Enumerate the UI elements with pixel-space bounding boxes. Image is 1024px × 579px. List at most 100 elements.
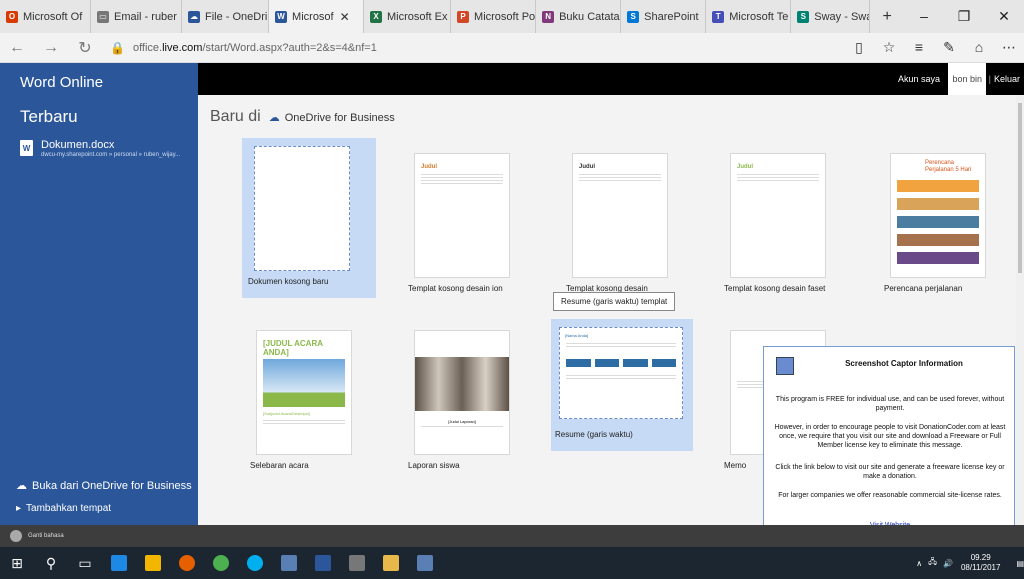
popup-text: However, in order to encourage people to… <box>774 424 1006 449</box>
excel-icon: X <box>369 10 382 23</box>
refresh-icon[interactable]: ↻ <box>68 38 102 58</box>
firefox-icon[interactable] <box>170 547 204 579</box>
clock-date: 08/11/2017 <box>960 563 1001 572</box>
section-title: Baru di ☁ OneDrive for Business <box>210 108 395 126</box>
user-name[interactable]: bon bin <box>948 63 986 95</box>
browser-tab[interactable]: T Microsoft Te <box>706 0 792 33</box>
browser-tab[interactable]: S Sway - Sway <box>791 0 871 33</box>
teams-icon: T <box>712 10 725 23</box>
file-explorer-icon[interactable] <box>136 547 170 579</box>
open-from-onedrive-link[interactable]: ☁ Buka dari OneDrive for Business <box>16 479 192 493</box>
tray-arrow-icon[interactable]: ∧ <box>916 559 922 568</box>
doc-name: Dokumen.docx <box>41 139 115 151</box>
app-title[interactable]: Word Online <box>20 74 103 91</box>
remote-app-icon[interactable] <box>408 547 442 579</box>
sidebar: Word Online Terbaru W Dokumen.docx dwcu-… <box>0 63 198 525</box>
windows-start-icon[interactable]: ⊞ <box>0 547 34 579</box>
browser-tab[interactable]: ☁ File - OneDri <box>182 0 270 33</box>
volume-icon[interactable]: 🔊 <box>943 559 953 568</box>
tab-label: Microsof <box>292 10 334 23</box>
template-tile-resume-timeline[interactable]: [Nama Anda] Resume (garis waktu) <box>551 319 693 451</box>
more-icon[interactable]: ⋯ <box>994 39 1024 56</box>
sharepoint-icon: S <box>627 10 640 23</box>
new-in-heading: Baru di <box>210 108 261 125</box>
hub-icon[interactable]: ≡ <box>904 39 934 56</box>
close-window-icon[interactable]: ✕ <box>984 8 1024 25</box>
arrow-right-icon: ▸ <box>16 503 22 514</box>
chrome-icon[interactable] <box>204 547 238 579</box>
browser-tab[interactable]: P Microsoft Po <box>451 0 537 33</box>
network-icon[interactable]: 🖧 <box>928 556 937 570</box>
cloud-icon: ☁ <box>16 480 27 492</box>
minimize-icon[interactable]: – <box>904 8 944 25</box>
template-thumbnail <box>254 146 350 271</box>
skype-icon[interactable] <box>238 547 272 579</box>
scrollbar-thumb[interactable] <box>1018 103 1022 273</box>
scrollbar[interactable] <box>1016 95 1024 525</box>
template-tile-travel-planner[interactable]: Perencana Perjalanan 5 Hari Perencana pe… <box>878 145 1012 315</box>
browser-tab[interactable]: ▭ Email - ruber <box>91 0 182 33</box>
thumb-title: Perencana Perjalanan 5 Hari <box>925 160 972 173</box>
edge-browser-icon[interactable] <box>102 547 136 579</box>
taskbar: ⊞ ⚲ ▭ ∧ 🖧 🔊 09.29 08/11/2017 ▤ <box>0 547 1024 579</box>
task-view-icon[interactable]: ▭ <box>68 547 102 579</box>
calculator-icon[interactable] <box>340 547 374 579</box>
top-header: Akun saya bon bin | Keluar <box>198 63 1024 95</box>
template-tile-facet[interactable]: Judul Templat kosong desain faset <box>718 145 852 315</box>
browser-tab-bar: O Microsoft Of ▭ Email - ruber ☁ File - … <box>0 0 1024 33</box>
template-thumbnail: Judul <box>730 153 826 278</box>
web-note-icon[interactable]: ✎ <box>934 39 964 56</box>
onenote-icon: N <box>542 10 555 23</box>
thumb-title: Judul <box>579 164 595 170</box>
status-bar: Ganti bahasa <box>0 525 1024 547</box>
tab-label: File - OneDri <box>205 10 268 23</box>
browser-tab[interactable]: S SharePoint <box>621 0 707 33</box>
template-label: Templat kosong desain faset <box>724 284 826 293</box>
folder-app-icon[interactable] <box>374 547 408 579</box>
template-label: Perencana perjalanan <box>884 284 963 293</box>
share-icon[interactable]: ⌂ <box>964 39 994 56</box>
popup-text: For larger companies we offer reasonable… <box>778 492 1002 499</box>
new-tab-button[interactable]: + <box>870 8 904 26</box>
screenshot-captor-popup: Screenshot Captor Information This progr… <box>763 346 1015 542</box>
template-thumbnail: [Judul Laporan] <box>414 330 510 455</box>
mail-icon: ▭ <box>97 10 109 23</box>
search-icon[interactable]: ⚲ <box>34 547 68 579</box>
close-tab-icon[interactable]: ✕ <box>340 10 350 24</box>
tooltip: Resume (garis waktu) templat <box>553 292 676 311</box>
template-label: Resume (garis waktu) <box>555 430 633 439</box>
tab-label: Buku Catatai <box>559 10 622 23</box>
template-label: Selebaran acara <box>250 461 309 470</box>
forward-icon[interactable]: → <box>34 39 68 57</box>
my-account-link[interactable]: Akun saya <box>892 63 946 95</box>
recent-document[interactable]: W Dokumen.docx dwcu-my.sharepoint.com » … <box>20 139 180 158</box>
url-field[interactable]: 🔒 office. live.com/start/Word.aspx?auth=2… <box>110 41 377 55</box>
template-tile-blank[interactable]: Dokumen kosong baru <box>242 138 376 298</box>
network-app-icon[interactable] <box>272 547 306 579</box>
screen: O Microsoft Of ▭ Email - ruber ☁ File - … <box>0 0 1024 579</box>
word-taskbar-icon[interactable] <box>306 547 340 579</box>
url-path: /start/Word.aspx?auth=2&s=4&nf=1 <box>202 41 377 54</box>
browser-tab[interactable]: N Buku Catatai <box>536 0 622 33</box>
location-label: OneDrive for Business <box>284 111 395 124</box>
reading-view-icon[interactable]: ▯ <box>844 39 874 56</box>
back-icon[interactable]: ← <box>0 39 34 57</box>
template-tile-event-flyer[interactable]: [JUDUL ACARA ANDA] [Subjudul Acara/Deskr… <box>244 322 378 492</box>
browser-tab-active[interactable]: W Microsof ✕ <box>269 0 364 33</box>
add-place-link[interactable]: ▸ Tambahkan tempat <box>16 503 111 514</box>
browser-tab[interactable]: X Microsoft Ex <box>364 0 452 33</box>
notification-icon[interactable]: ▤ <box>1016 559 1024 568</box>
template-tile-design[interactable]: Judul Templat kosong desain <box>560 145 694 315</box>
restore-icon[interactable]: ❐ <box>944 8 984 25</box>
tab-label: Microsoft Of <box>23 10 83 23</box>
browser-tab[interactable]: O Microsoft Of <box>0 0 91 33</box>
powerpoint-icon: P <box>457 10 470 23</box>
clock[interactable]: 09.29 08/11/2017 <box>961 553 1000 573</box>
favorite-star-icon[interactable]: ☆ <box>874 39 904 56</box>
template-tile-student-report[interactable]: [Judul Laporan] Laporan siswa <box>402 322 536 492</box>
change-language-link[interactable]: Ganti bahasa <box>28 533 64 539</box>
template-tile-ion[interactable]: Judul Templat kosong desain ion <box>402 145 536 315</box>
location-link[interactable]: ☁ OneDrive for Business <box>269 111 395 125</box>
address-bar: ← → ↻ 🔒 office. live.com/start/Word.aspx?… <box>0 33 1024 63</box>
logout-link[interactable]: Keluar <box>994 63 1020 95</box>
